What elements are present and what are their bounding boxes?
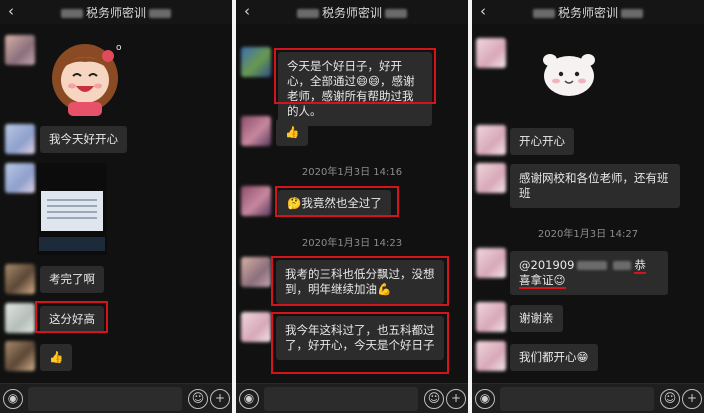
highlight-box — [274, 48, 436, 104]
shared-photo[interactable] — [37, 163, 107, 255]
plus-icon[interactable]: + — [682, 389, 702, 409]
input-bar: ◉ ☺ + — [0, 383, 232, 413]
laptop-screen — [41, 191, 103, 231]
cartoon-girl-sticker: o — [52, 43, 122, 116]
chat-title: 税务师密训 — [236, 4, 468, 21]
blurred-text — [296, 9, 319, 18]
chat-title: 税务师密训 — [0, 4, 232, 21]
plus-icon[interactable]: + — [446, 389, 466, 409]
chat-title-text: 税务师密训 — [85, 6, 146, 20]
avatar[interactable] — [5, 264, 35, 294]
avatar[interactable] — [476, 248, 506, 278]
plus-icon[interactable]: + — [210, 389, 230, 409]
avatar[interactable] — [5, 163, 35, 193]
avatar[interactable] — [476, 302, 506, 332]
blurred-text — [613, 261, 632, 270]
blurred-text — [385, 9, 407, 18]
avatar[interactable] — [5, 303, 35, 333]
chat-title-text: 税务师密训 — [557, 6, 618, 20]
message-input[interactable] — [28, 387, 182, 411]
blurred-text — [532, 9, 555, 18]
white-bear-sticker — [543, 54, 595, 96]
chat-panel-2: ‹ 税务师密训 今天是个好日子，好开心，全部通过😄😄，感谢老师，感谢所有帮助过我… — [236, 0, 468, 413]
voice-icon[interactable]: ◉ — [239, 389, 259, 409]
avatar[interactable] — [241, 47, 271, 77]
timestamp: 2020年1月3日 14:23 — [301, 238, 403, 249]
top-bar: ‹ 税务师密训 — [236, 0, 468, 24]
timestamp: 2020年1月3日 14:16 — [301, 167, 403, 178]
highlight-box — [271, 312, 449, 374]
message-text: 喜拿证😉 — [519, 273, 566, 289]
avatar[interactable] — [476, 163, 506, 193]
input-bar: ◉ ☺ + — [236, 383, 468, 413]
highlight-box — [275, 186, 399, 217]
avatar[interactable] — [476, 38, 506, 68]
message-bubble[interactable]: 感谢网校和各位老师，还有班班 — [510, 164, 680, 208]
chat-panel-1: ‹ 税务师密训 o 我今天好开心 考完了啊 这分好高 👍 ◉ ☺ + — [0, 0, 232, 413]
thumbs-up-bubble[interactable]: 👍 — [40, 344, 73, 371]
avatar[interactable] — [241, 257, 271, 287]
message-bubble[interactable]: @201909 恭 喜拿证😉 — [510, 251, 668, 295]
blurred-text — [60, 9, 83, 18]
input-bar: ◉ ☺ + — [472, 383, 704, 413]
avatar[interactable] — [476, 341, 506, 371]
message-bubble[interactable]: 考完了啊 — [40, 266, 104, 293]
message-bubble[interactable]: 我们都开心😁 — [510, 344, 598, 371]
voice-icon[interactable]: ◉ — [475, 389, 495, 409]
message-bubble[interactable]: 谢谢亲 — [510, 305, 563, 332]
avatar[interactable] — [241, 312, 271, 342]
avatar[interactable] — [241, 186, 271, 216]
message-text: 恭 — [634, 258, 646, 274]
chat-title-text: 税务师密训 — [321, 6, 382, 20]
message-bubble[interactable]: 开心开心 — [510, 128, 574, 155]
chat-title: 税务师密训 — [472, 4, 704, 21]
message-input[interactable] — [500, 387, 654, 411]
message-bubble[interactable]: 我今天好开心 — [40, 126, 127, 153]
blurred-text — [621, 9, 643, 18]
svg-text:o: o — [116, 43, 122, 53]
emoji-icon[interactable]: ☺ — [424, 389, 444, 409]
highlight-box — [35, 301, 108, 333]
chat-panel-3: ‹ 税务师密训 开心开心 感谢网校和各位老师，还有班班 2020年1月3日 14… — [472, 0, 704, 413]
blurred-text — [149, 9, 171, 18]
avatar[interactable] — [5, 124, 35, 154]
emoji-icon[interactable]: ☺ — [188, 389, 208, 409]
avatar[interactable] — [5, 35, 35, 65]
timestamp: 2020年1月3日 14:27 — [537, 229, 639, 240]
highlight-box — [271, 256, 449, 306]
emoji-icon[interactable]: ☺ — [660, 389, 680, 409]
avatar[interactable] — [476, 125, 506, 155]
thumbs-up-bubble[interactable]: 👍 — [276, 119, 309, 146]
message-input[interactable] — [264, 387, 418, 411]
top-bar: ‹ 税务师密训 — [472, 0, 704, 24]
avatar[interactable] — [241, 116, 271, 146]
top-bar: ‹ 税务师密训 — [0, 0, 232, 24]
avatar[interactable] — [5, 341, 35, 371]
laptop-keyboard — [39, 237, 105, 251]
chat-collage: ‹ 税务师密训 o 我今天好开心 考完了啊 这分好高 👍 ◉ ☺ + ‹ 税务师… — [0, 0, 704, 413]
voice-icon[interactable]: ◉ — [3, 389, 23, 409]
blurred-text — [577, 261, 608, 270]
mention-text[interactable]: @201909 — [519, 258, 574, 272]
